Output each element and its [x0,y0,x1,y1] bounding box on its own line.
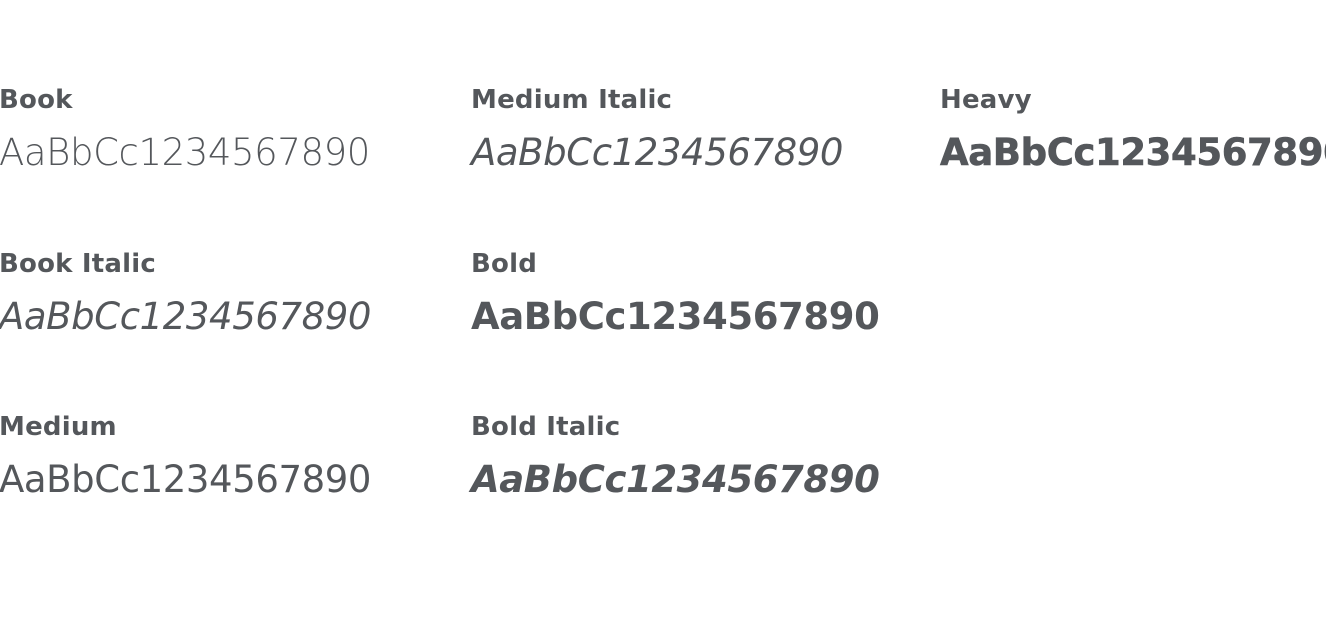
specimen-label: Medium Italic [471,85,673,115]
specimen-heavy: Heavy AaBbCc1234567890 [940,85,1326,175]
specimen-label: Bold [471,249,538,279]
specimen-sample: AaBbCc1234567890 [940,131,1326,175]
specimen-medium: Medium AaBbCc1234567890 [0,412,371,502]
font-weight-specimen-grid: Book AaBbCc1234567890 Book Italic AaBbCc… [0,0,1326,620]
specimen-book-italic: Book Italic AaBbCc1234567890 [0,249,371,339]
specimen-label: Book Italic [0,249,156,279]
specimen-sample: AaBbCc1234567890 [471,295,880,338]
specimen-sample: AaBbCc1234567890 [471,131,844,174]
specimen-label: Book [0,85,73,115]
specimen-label: Heavy [940,85,1032,115]
specimen-sample: AaBbCc1234567890 [0,295,372,338]
specimen-sample: AaBbCc1234567890 [471,458,880,501]
specimen-book: Book AaBbCc1234567890 [0,85,370,175]
specimen-sample: AaBbCc1234567890 [0,458,372,501]
specimen-label: Bold Italic [471,412,621,442]
specimen-bold: Bold AaBbCc1234567890 [471,249,880,339]
specimen-label: Medium [0,412,117,442]
specimen-sample: AaBbCc1234567890 [0,131,370,174]
specimen-medium-italic: Medium Italic AaBbCc1234567890 [471,85,843,175]
specimen-bold-italic: Bold Italic AaBbCc1234567890 [471,412,880,502]
